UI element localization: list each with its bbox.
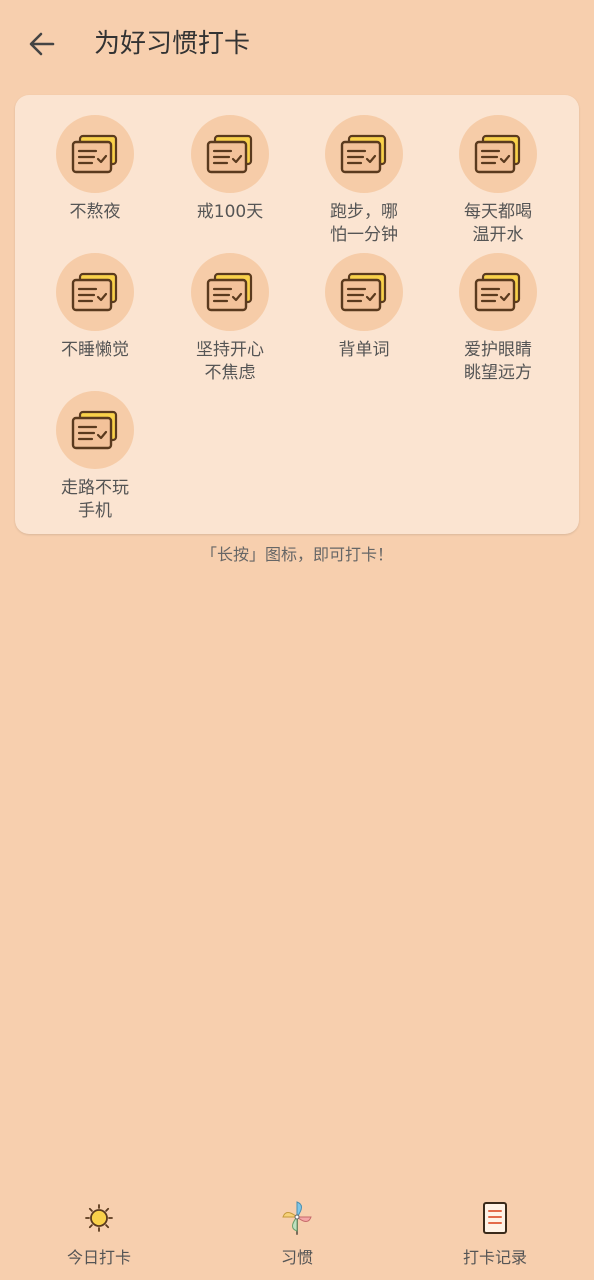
checklist-card-icon [474,134,521,174]
habit-item[interactable]: 背单词 [304,253,424,362]
habit-icon-circle [459,253,537,331]
habit-label: 不熬夜 [69,202,121,222]
bottom-nav: 今日打卡 习惯 打卡记录 [0,1190,594,1280]
checklist-card-icon [206,272,253,312]
habit-item[interactable]: 戒100天 [170,115,290,224]
habit-item[interactable]: 坚持开心不焦虑 [170,253,290,385]
checklist-card-icon [474,272,521,312]
habit-item[interactable]: 不熬夜 [35,115,155,224]
habit-item[interactable]: 每天都喝温开水 [438,115,558,247]
checklist-card-icon [71,272,118,312]
long-press-hint: 「长按」图标，即可打卡！ [200,545,393,564]
habit-item[interactable]: 不睡懒觉 [35,253,155,362]
nav-label: 打卡记录 [462,1248,527,1267]
habit-icon-circle [56,253,134,331]
nav-label: 今日打卡 [66,1248,131,1267]
arrow-left-icon [29,32,55,56]
habit-item[interactable]: 走路不玩手机 [35,391,155,523]
nav-label: 习惯 [280,1248,313,1267]
habit-item[interactable]: 爱护眼睛眺望远方 [438,253,558,385]
habit-label: 走路不玩手机 [61,478,129,521]
checklist-card-icon [340,134,387,174]
habit-label: 每天都喝温开水 [464,202,532,245]
habit-icon-circle [459,115,537,193]
habit-icon-circle [56,115,134,193]
app-header: 为好习惯打卡 [0,0,594,88]
habit-icon-circle [191,253,269,331]
habit-icon-circle [56,391,134,469]
back-button[interactable] [22,24,62,64]
habit-label: 背单词 [338,340,390,360]
habit-label: 不睡懒觉 [61,340,129,360]
habit-icon-circle [191,115,269,193]
record-book-icon [483,1202,507,1234]
habit-item[interactable]: 跑步，哪怕一分钟 [304,115,424,247]
checklist-card-icon [340,272,387,312]
checklist-card-icon [71,134,118,174]
habit-icon-circle [325,253,403,331]
habit-icon-circle [325,115,403,193]
pinwheel-icon [282,1201,312,1235]
sun-icon [85,1204,113,1232]
nav-item-habits[interactable]: 习惯 [237,1200,357,1268]
checklist-card-icon [206,134,253,174]
checklist-card-icon [71,410,118,450]
habit-label: 跑步，哪怕一分钟 [330,202,398,245]
page-title: 为好习惯打卡 [94,29,251,59]
habit-label: 爱护眼睛眺望远方 [464,340,532,383]
nav-item-checkin-records[interactable]: 打卡记录 [435,1200,555,1268]
habit-label: 坚持开心不焦虑 [196,340,264,383]
nav-item-today-checkin[interactable]: 今日打卡 [39,1200,159,1268]
habit-grid-card: 不熬夜 戒100天 跑步，哪怕一分钟 每天都喝温开水 不睡懒觉 坚持开心不焦虑 … [15,95,579,534]
habit-label: 戒100天 [196,202,264,222]
